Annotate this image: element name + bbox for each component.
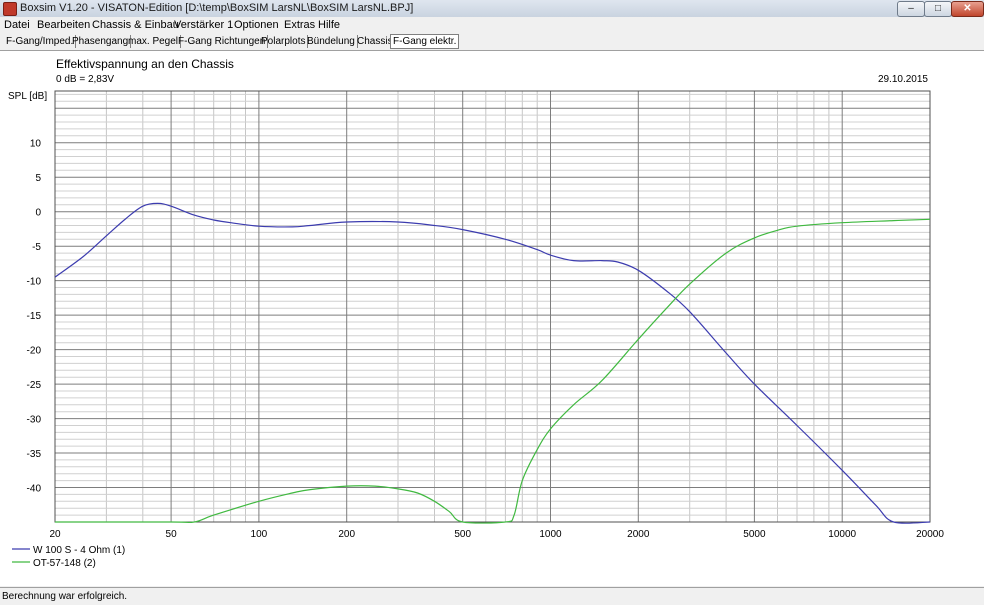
- chart-date: 29.10.2015: [878, 74, 928, 85]
- y-tick-label: -15: [27, 311, 42, 322]
- y-tick-label: -40: [27, 484, 42, 495]
- tab-fgang-richtungen[interactable]: F-Gang Richtungen: [176, 35, 269, 48]
- maximize-button[interactable]: □: [924, 1, 952, 17]
- plot-frame: [54, 90, 931, 523]
- chart-subtitle: 0 dB = 2,83V: [56, 74, 114, 85]
- status-text: Berechnung war erfolgreich.: [2, 591, 128, 602]
- y-tick-label: 5: [35, 173, 41, 184]
- menu-extras[interactable]: Extras: [284, 19, 315, 31]
- x-tick-label: 20000: [916, 529, 944, 540]
- tab-buendelung[interactable]: Bündelung: [305, 35, 358, 48]
- y-tick-label: -25: [27, 380, 42, 391]
- window-title: Boxsim V1.20 - VISATON-Edition [D:\temp\…: [20, 2, 414, 14]
- close-button[interactable]: ✕: [951, 1, 984, 17]
- menu-datei[interactable]: Datei: [4, 19, 30, 31]
- title-bar: Boxsim V1.20 - VISATON-Edition [D:\temp\…: [0, 0, 984, 18]
- y-tick-label: -5: [32, 242, 41, 253]
- menu-hilfe[interactable]: Hilfe: [318, 19, 340, 31]
- y-tick-label: -10: [27, 277, 42, 288]
- y-tick-label: -20: [27, 346, 42, 357]
- minimize-button[interactable]: –: [897, 1, 925, 17]
- x-tick-label: 500: [454, 529, 471, 540]
- y-axis-label: SPL [dB]: [8, 91, 47, 102]
- tab-polarplots[interactable]: Polarplots: [259, 35, 309, 48]
- y-tick-label: 10: [30, 139, 42, 150]
- x-tick-labels: 20 50 100 200 500 1000 2000 5000 10000 20000: [49, 529, 944, 540]
- x-tick-label: 200: [338, 529, 355, 540]
- x-tick-label: 1000: [539, 529, 562, 540]
- x-tick-label: 10000: [828, 529, 856, 540]
- menu-verstaerker[interactable]: Verstärker 1: [174, 19, 233, 31]
- menu-optionen[interactable]: Optionen: [234, 19, 279, 31]
- menu-bearbeiten[interactable]: Bearbeiten: [37, 19, 90, 31]
- chart-title: Effektivspannung an den Chassis: [56, 57, 234, 71]
- series-line-2: [55, 218, 931, 524]
- x-tick-label: 20: [49, 529, 61, 540]
- y-tick-label: -35: [27, 449, 42, 460]
- menu-chassis-einbau[interactable]: Chassis & Einbau: [92, 19, 179, 31]
- y-tick-label: 0: [35, 208, 41, 219]
- status-bar: Berechnung war erfolgreich.: [0, 587, 984, 605]
- grid-minor: [55, 91, 930, 522]
- x-tick-label: 2000: [627, 529, 650, 540]
- y-tick-labels: 10 5 0 -5 -10 -15 -20 -25 -30 -35 -40: [27, 139, 42, 495]
- legend: W 100 S - 4 Ohm (1) OT-57-148 (2): [12, 545, 125, 569]
- app-icon: [3, 2, 17, 16]
- chart-panel: 10 5 0 -5 -10 -15 -20 -25 -30 -35 -40 20 50 100 200 50…: [0, 51, 984, 586]
- x-tick-label: 5000: [743, 529, 766, 540]
- menu-bar: Datei Bearbeiten Chassis & Einbau Verstä…: [0, 17, 984, 33]
- x-tick-label: 100: [251, 529, 268, 540]
- frequency-response-chart: 1050-5-10-15-20-25-30-35-40 20 50 100 200 50…: [8, 57, 944, 569]
- tab-fgang-elektr[interactable]: F-Gang elektr.: [390, 34, 460, 49]
- legend-label-series-1: W 100 S - 4 Ohm (1): [33, 545, 125, 556]
- y-tick-label: -30: [27, 415, 42, 426]
- tab-phasengang[interactable]: Phasengang: [70, 35, 132, 48]
- tab-bar: F-Gang/Imped. Phasengang max. Pegel F-Ga…: [0, 33, 984, 51]
- grid-major: [54, 90, 931, 523]
- tab-max-pegel[interactable]: max. Pegel: [126, 35, 182, 48]
- x-tick-label: 50: [166, 529, 178, 540]
- legend-label-series-2: OT-57-148 (2): [33, 558, 96, 569]
- tab-fgang-imped[interactable]: F-Gang/Imped.: [4, 35, 77, 48]
